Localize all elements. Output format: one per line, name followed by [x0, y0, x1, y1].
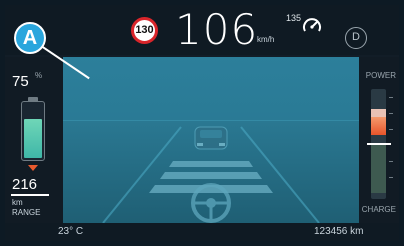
battery-panel: 75 % 216 km RANGE — [5, 57, 63, 223]
bottom-status-bar: 23° C 123456 km — [5, 223, 399, 241]
instrument-cluster-screen: 130 106 km/h 135 D 75 % 216 km RANGE POW… — [0, 0, 404, 246]
callout-marker-a: A — [14, 22, 46, 54]
top-status-bar: 130 106 km/h 135 D — [5, 5, 399, 55]
battery-percent-symbol: % — [35, 71, 43, 80]
speed-unit: km/h — [257, 35, 275, 44]
power-tick — [389, 161, 393, 162]
adas-road-view — [63, 57, 359, 223]
power-tick — [389, 97, 393, 98]
charge-label: CHARGE — [361, 205, 396, 214]
outside-temperature: 23° C — [58, 226, 84, 237]
car-icon — [194, 126, 228, 150]
sky-area — [63, 57, 359, 121]
power-tick — [389, 129, 393, 130]
cluster-display: 130 106 km/h 135 D 75 % 216 km RANGE POW… — [5, 5, 399, 241]
power-meter-fill — [371, 117, 386, 135]
range-arrow-icon — [28, 165, 38, 171]
current-speed: 106 — [175, 5, 259, 54]
battery-percent: 75 — [12, 73, 29, 90]
range-unit: km — [12, 198, 23, 207]
odometer: 123456 km — [314, 226, 364, 237]
power-zero-marker — [367, 143, 391, 145]
battery-icon — [21, 101, 45, 161]
cruise-control-icon — [303, 18, 321, 32]
power-charge-panel: POWER CHARGE — [359, 57, 399, 223]
cruise-speed: 135 — [286, 13, 302, 23]
range-underline — [11, 194, 49, 196]
range-label: RANGE — [12, 208, 41, 217]
charge-meter-fill — [371, 143, 386, 193]
speed-limit-sign: 130 — [131, 17, 158, 44]
gear-indicator: D — [345, 27, 367, 49]
battery-level-fill — [24, 118, 42, 158]
road-scene — [63, 57, 359, 223]
power-tick — [389, 113, 393, 114]
power-label: POWER — [365, 71, 396, 80]
power-meter-fill-light — [371, 109, 386, 117]
power-tick — [389, 177, 393, 178]
range-value: 216 — [12, 176, 38, 193]
